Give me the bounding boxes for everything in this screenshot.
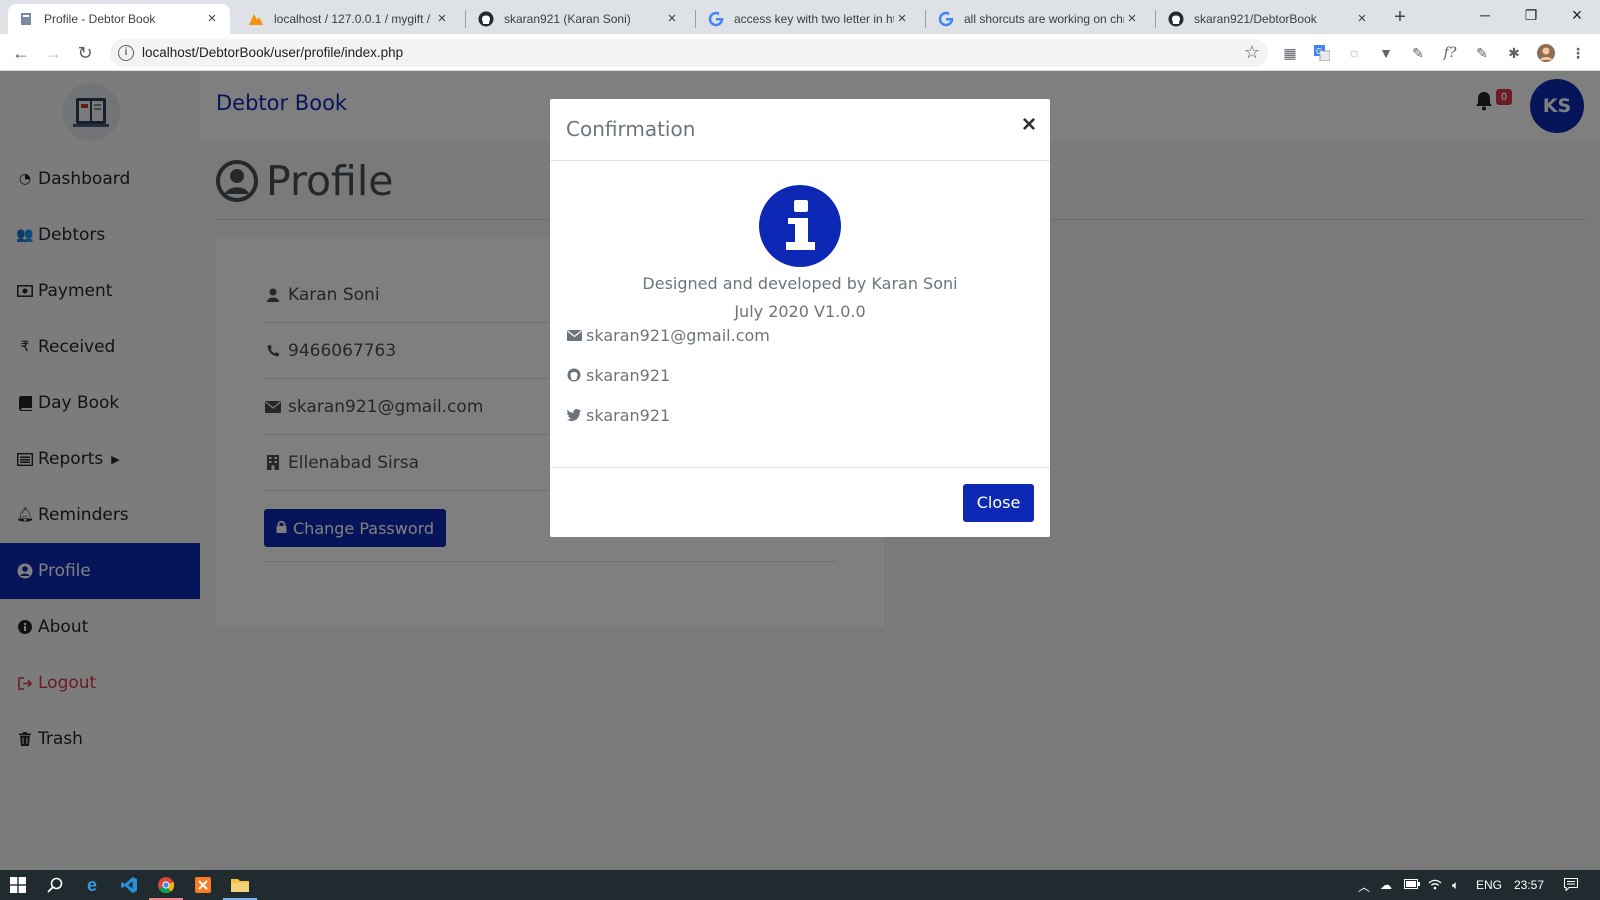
tab-title: all shorcuts are working on chr — [964, 12, 1124, 26]
browser-tab[interactable]: access key with two letter in ht × — [698, 4, 920, 34]
clock[interactable]: 23:57 — [1514, 878, 1544, 892]
github-favicon-icon — [1168, 11, 1184, 27]
tab-close-icon[interactable]: × — [1354, 11, 1370, 27]
contact-email-text: skaran921@gmail.com — [586, 325, 770, 345]
browser-tabstrip: Profile - Debtor Book × localhost / 127.… — [0, 0, 1600, 34]
file-explorer-icon[interactable] — [230, 875, 250, 895]
new-tab-icon[interactable]: + — [1388, 6, 1412, 30]
chrome-icon[interactable] — [156, 875, 176, 895]
window-close-icon[interactable]: × — [1554, 4, 1600, 28]
battery-icon[interactable] — [1404, 878, 1420, 892]
modal-header: Confirmation × — [550, 99, 1050, 161]
google-favicon-icon — [938, 11, 954, 27]
extensions-puzzle-icon[interactable]: ✱ — [1505, 44, 1523, 62]
menu-kebab-icon[interactable]: ⋮ — [1569, 44, 1587, 62]
tab-separator — [695, 10, 696, 28]
envelope-icon — [566, 329, 582, 341]
tab-title: skaran921 (Karan Soni) — [504, 12, 631, 26]
browser-tab[interactable]: all shorcuts are working on chr × — [928, 4, 1150, 34]
forward-icon[interactable]: → — [40, 40, 66, 66]
vscode-icon[interactable] — [119, 875, 139, 895]
tray-chevron-icon[interactable]: ︿ — [1358, 878, 1370, 895]
formula-extension-icon[interactable]: f? — [1441, 44, 1459, 62]
svg-text:G: G — [1316, 47, 1322, 56]
contact-twitter: skaran921 — [566, 404, 670, 426]
browser-tab[interactable]: skaran921/DebtorBook × — [1158, 4, 1380, 34]
minimize-icon[interactable]: ─ — [1462, 4, 1508, 28]
volume-icon[interactable]: 🔈︎ — [1452, 878, 1459, 893]
windows-taskbar: e ︿ ☁ 🔈︎ ENG 23:57 — [0, 870, 1600, 900]
confirmation-modal: Confirmation × Designed and developed by… — [550, 99, 1050, 537]
reload-icon[interactable]: ↻ — [72, 40, 98, 66]
phpmyadmin-favicon-icon — [248, 11, 264, 27]
google-favicon-icon — [708, 11, 724, 27]
vue-devtools-icon[interactable]: ▼ — [1377, 44, 1395, 62]
extension-grid-icon[interactable]: ▦ — [1281, 44, 1299, 62]
tab-separator — [465, 10, 466, 28]
address-bar[interactable]: i localhost/DebtorBook/user/profile/inde… — [110, 39, 1268, 67]
version-info: July 2020 V1.0.0 — [734, 302, 866, 321]
modal-footer-divider — [550, 467, 1050, 468]
info-icon — [759, 185, 841, 267]
wifi-icon[interactable] — [1428, 878, 1442, 893]
browser-toolbar: ← → ↻ i localhost/DebtorBook/user/profil… — [0, 34, 1600, 71]
modal-title: Confirmation — [566, 117, 696, 141]
tab-separator — [1155, 10, 1156, 28]
book-favicon-icon — [18, 11, 34, 27]
search-icon[interactable] — [45, 875, 65, 895]
edge-icon[interactable]: e — [82, 875, 102, 895]
onedrive-icon[interactable]: ☁ — [1380, 878, 1392, 892]
action-center-icon[interactable] — [1564, 878, 1578, 894]
google-translate-icon[interactable]: G — [1313, 44, 1331, 62]
close-button[interactable]: Close — [963, 484, 1034, 522]
xampp-icon[interactable] — [193, 875, 213, 895]
contact-twitter-text: skaran921 — [586, 405, 671, 425]
restore-icon[interactable]: ❐ — [1508, 4, 1554, 28]
twitter-icon — [566, 409, 582, 421]
site-info-icon[interactable]: i — [118, 45, 134, 61]
developer-credit: Designed and developed by Karan Soni — [642, 274, 958, 293]
tab-close-icon[interactable]: × — [1124, 11, 1140, 27]
modal-close-icon[interactable]: × — [1022, 113, 1036, 137]
tab-close-icon[interactable]: × — [664, 11, 680, 27]
tab-close-icon[interactable]: × — [894, 11, 910, 27]
contact-github-text: skaran921 — [586, 365, 671, 385]
contact-email: skaran921@gmail.com — [566, 324, 770, 346]
back-icon[interactable]: ← — [8, 40, 34, 66]
browser-tab[interactable]: localhost / 127.0.0.1 / mygift / × — [238, 4, 460, 34]
language-indicator[interactable]: ENG — [1476, 878, 1502, 892]
tab-title: Profile - Debtor Book — [44, 12, 156, 26]
profile-photo-icon[interactable] — [1537, 44, 1555, 62]
tab-title: access key with two letter in ht — [734, 12, 894, 26]
tab-close-icon[interactable]: × — [204, 11, 220, 27]
github-icon — [566, 368, 582, 382]
github-favicon-icon — [478, 11, 494, 27]
tab-title: localhost / 127.0.0.1 / mygift / — [274, 12, 431, 26]
windows-start-icon[interactable] — [8, 875, 28, 895]
extension-edit-icon[interactable]: ✎ — [1473, 44, 1491, 62]
tab-close-icon[interactable]: × — [434, 11, 450, 27]
browser-tab-active[interactable]: Profile - Debtor Book × — [8, 4, 230, 34]
extension-pen-icon[interactable]: ✎ — [1409, 44, 1427, 62]
browser-tab[interactable]: skaran921 (Karan Soni) × — [468, 4, 690, 34]
contact-github: skaran921 — [566, 364, 670, 386]
extension-circle-icon[interactable]: ◌ — [1345, 44, 1363, 62]
bookmark-star-icon[interactable]: ☆ — [1244, 42, 1260, 63]
tab-separator — [925, 10, 926, 28]
url-text[interactable]: localhost/DebtorBook/user/profile/index.… — [142, 45, 403, 60]
tab-title: skaran921/DebtorBook — [1194, 12, 1317, 26]
